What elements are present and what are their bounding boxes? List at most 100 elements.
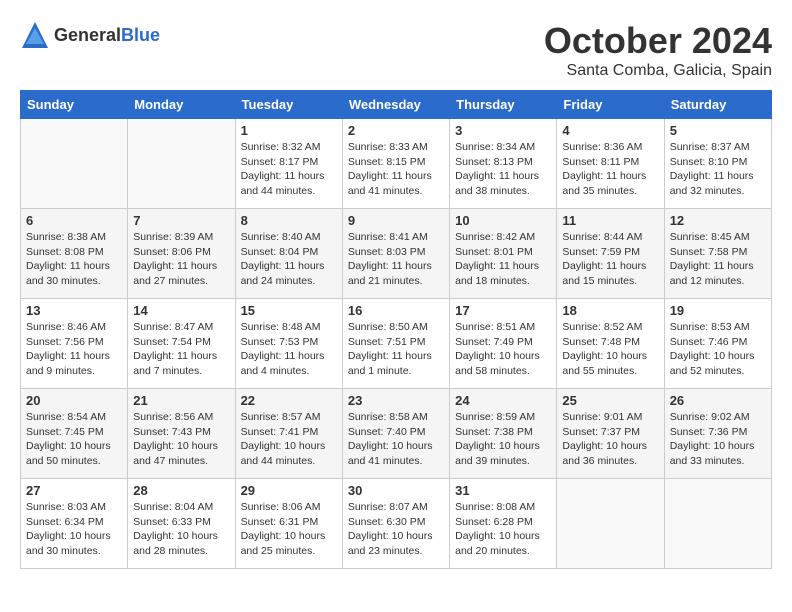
- day-number: 15: [241, 303, 337, 318]
- calendar-cell: 2 Sunrise: 8:33 AM Sunset: 8:15 PM Daylig…: [342, 119, 449, 209]
- day-info: Sunrise: 9:02 AM Sunset: 7:36 PM Dayligh…: [670, 410, 766, 469]
- day-info: Sunrise: 8:51 AM Sunset: 7:49 PM Dayligh…: [455, 320, 551, 379]
- header-sunday: Sunday: [21, 91, 128, 119]
- calendar-cell: [557, 479, 664, 569]
- day-number: 27: [26, 483, 122, 498]
- calendar-cell: 27 Sunrise: 8:03 AM Sunset: 6:34 PM Dayli…: [21, 479, 128, 569]
- header-saturday: Saturday: [664, 91, 771, 119]
- day-info: Sunrise: 8:45 AM Sunset: 7:58 PM Dayligh…: [670, 230, 766, 289]
- day-number: 1: [241, 123, 337, 138]
- calendar-cell: 16Sunrise: 8:50 AM Sunset: 7:51 PM Dayli…: [342, 299, 449, 389]
- calendar-cell: 5 Sunrise: 8:37 AM Sunset: 8:10 PM Daylig…: [664, 119, 771, 209]
- calendar-week-4: 20Sunrise: 8:54 AM Sunset: 7:45 PM Dayli…: [21, 389, 772, 479]
- header-thursday: Thursday: [450, 91, 557, 119]
- day-info: Sunrise: 8:47 AM Sunset: 7:54 PM Dayligh…: [133, 320, 229, 379]
- day-info: Sunrise: 8:04 AM Sunset: 6:33 PM Dayligh…: [133, 500, 229, 559]
- calendar-cell: 21 Sunrise: 8:56 AM Sunset: 7:43 PM Dayli…: [128, 389, 235, 479]
- day-number: 23: [348, 393, 444, 408]
- calendar-cell: [128, 119, 235, 209]
- day-number: 4: [562, 123, 658, 138]
- location-title: Santa Comba, Galicia, Spain: [544, 62, 772, 80]
- day-info: Sunrise: 8:41 AM Sunset: 8:03 PM Dayligh…: [348, 230, 444, 289]
- calendar-cell: 9 Sunrise: 8:41 AM Sunset: 8:03 PM Daylig…: [342, 209, 449, 299]
- day-info: Sunrise: 8:44 AM Sunset: 7:59 PM Dayligh…: [562, 230, 658, 289]
- calendar-cell: 4 Sunrise: 8:36 AM Sunset: 8:11 PM Daylig…: [557, 119, 664, 209]
- day-number: 3: [455, 123, 551, 138]
- month-title: October 2024: [544, 20, 772, 62]
- calendar-cell: 30Sunrise: 8:07 AM Sunset: 6:30 PM Dayli…: [342, 479, 449, 569]
- day-number: 18: [562, 303, 658, 318]
- calendar-cell: 28 Sunrise: 8:04 AM Sunset: 6:33 PM Dayli…: [128, 479, 235, 569]
- day-info: Sunrise: 8:03 AM Sunset: 6:34 PM Dayligh…: [26, 500, 122, 559]
- calendar-cell: 29 Sunrise: 8:06 AM Sunset: 6:31 PM Dayli…: [235, 479, 342, 569]
- calendar-cell: 3 Sunrise: 8:34 AM Sunset: 8:13 PM Daylig…: [450, 119, 557, 209]
- day-number: 6: [26, 213, 122, 228]
- calendar-table: Sunday Monday Tuesday Wednesday Thursday…: [20, 90, 772, 569]
- day-number: 29: [241, 483, 337, 498]
- day-number: 25: [562, 393, 658, 408]
- day-number: 26: [670, 393, 766, 408]
- calendar-cell: [664, 479, 771, 569]
- day-info: Sunrise: 8:56 AM Sunset: 7:43 PM Dayligh…: [133, 410, 229, 469]
- calendar-cell: 24Sunrise: 8:59 AM Sunset: 7:38 PM Dayli…: [450, 389, 557, 479]
- day-info: Sunrise: 9:01 AM Sunset: 7:37 PM Dayligh…: [562, 410, 658, 469]
- day-number: 8: [241, 213, 337, 228]
- day-number: 14: [133, 303, 229, 318]
- day-number: 5: [670, 123, 766, 138]
- calendar-cell: 11 Sunrise: 8:44 AM Sunset: 7:59 PM Dayli…: [557, 209, 664, 299]
- day-number: 16: [348, 303, 444, 318]
- day-info: Sunrise: 8:08 AM Sunset: 6:28 PM Dayligh…: [455, 500, 551, 559]
- logo: General Blue: [20, 20, 160, 50]
- day-number: 12: [670, 213, 766, 228]
- calendar-cell: [21, 119, 128, 209]
- calendar-week-1: 1Sunrise: 8:32 AM Sunset: 8:17 PM Daylig…: [21, 119, 772, 209]
- day-number: 11: [562, 213, 658, 228]
- calendar-cell: 25 Sunrise: 9:01 AM Sunset: 7:37 PM Dayli…: [557, 389, 664, 479]
- header-friday: Friday: [557, 91, 664, 119]
- logo-general: General: [54, 25, 121, 46]
- day-number: 21: [133, 393, 229, 408]
- day-info: Sunrise: 8:38 AM Sunset: 8:08 PM Dayligh…: [26, 230, 122, 289]
- calendar-week-2: 6 Sunrise: 8:38 AM Sunset: 8:08 PM Daylig…: [21, 209, 772, 299]
- day-number: 17: [455, 303, 551, 318]
- day-info: Sunrise: 8:33 AM Sunset: 8:15 PM Dayligh…: [348, 140, 444, 199]
- page-header: General Blue October 2024 Santa Comba, G…: [20, 20, 772, 80]
- calendar-cell: 17 Sunrise: 8:51 AM Sunset: 7:49 PM Dayli…: [450, 299, 557, 389]
- day-info: Sunrise: 8:34 AM Sunset: 8:13 PM Dayligh…: [455, 140, 551, 199]
- calendar-cell: 26 Sunrise: 9:02 AM Sunset: 7:36 PM Dayli…: [664, 389, 771, 479]
- day-number: 28: [133, 483, 229, 498]
- calendar-cell: 18 Sunrise: 8:52 AM Sunset: 7:48 PM Dayli…: [557, 299, 664, 389]
- day-info: Sunrise: 8:40 AM Sunset: 8:04 PM Dayligh…: [241, 230, 337, 289]
- header-tuesday: Tuesday: [235, 91, 342, 119]
- day-number: 31: [455, 483, 551, 498]
- day-number: 13: [26, 303, 122, 318]
- logo-icon: [20, 20, 50, 50]
- calendar-cell: 7Sunrise: 8:39 AM Sunset: 8:06 PM Daylig…: [128, 209, 235, 299]
- day-info: Sunrise: 8:54 AM Sunset: 7:45 PM Dayligh…: [26, 410, 122, 469]
- title-block: October 2024 Santa Comba, Galicia, Spain: [544, 20, 772, 80]
- calendar-cell: 31 Sunrise: 8:08 AM Sunset: 6:28 PM Dayli…: [450, 479, 557, 569]
- calendar-cell: 1Sunrise: 8:32 AM Sunset: 8:17 PM Daylig…: [235, 119, 342, 209]
- day-info: Sunrise: 8:37 AM Sunset: 8:10 PM Dayligh…: [670, 140, 766, 199]
- calendar-cell: 12 Sunrise: 8:45 AM Sunset: 7:58 PM Dayli…: [664, 209, 771, 299]
- day-info: Sunrise: 8:06 AM Sunset: 6:31 PM Dayligh…: [241, 500, 337, 559]
- day-number: 24: [455, 393, 551, 408]
- calendar-cell: 13 Sunrise: 8:46 AM Sunset: 7:56 PM Dayli…: [21, 299, 128, 389]
- calendar-week-3: 13 Sunrise: 8:46 AM Sunset: 7:56 PM Dayli…: [21, 299, 772, 389]
- calendar-cell: 6 Sunrise: 8:38 AM Sunset: 8:08 PM Daylig…: [21, 209, 128, 299]
- day-number: 30: [348, 483, 444, 498]
- logo-blue: Blue: [121, 25, 160, 46]
- calendar-cell: 20Sunrise: 8:54 AM Sunset: 7:45 PM Dayli…: [21, 389, 128, 479]
- calendar-week-5: 27 Sunrise: 8:03 AM Sunset: 6:34 PM Dayli…: [21, 479, 772, 569]
- day-info: Sunrise: 8:36 AM Sunset: 8:11 PM Dayligh…: [562, 140, 658, 199]
- day-info: Sunrise: 8:52 AM Sunset: 7:48 PM Dayligh…: [562, 320, 658, 379]
- day-info: Sunrise: 8:46 AM Sunset: 7:56 PM Dayligh…: [26, 320, 122, 379]
- calendar-cell: 23Sunrise: 8:58 AM Sunset: 7:40 PM Dayli…: [342, 389, 449, 479]
- calendar-cell: 22Sunrise: 8:57 AM Sunset: 7:41 PM Dayli…: [235, 389, 342, 479]
- day-number: 2: [348, 123, 444, 138]
- header-wednesday: Wednesday: [342, 91, 449, 119]
- day-number: 9: [348, 213, 444, 228]
- calendar-cell: 19Sunrise: 8:53 AM Sunset: 7:46 PM Dayli…: [664, 299, 771, 389]
- calendar-cell: 14 Sunrise: 8:47 AM Sunset: 7:54 PM Dayli…: [128, 299, 235, 389]
- header-monday: Monday: [128, 91, 235, 119]
